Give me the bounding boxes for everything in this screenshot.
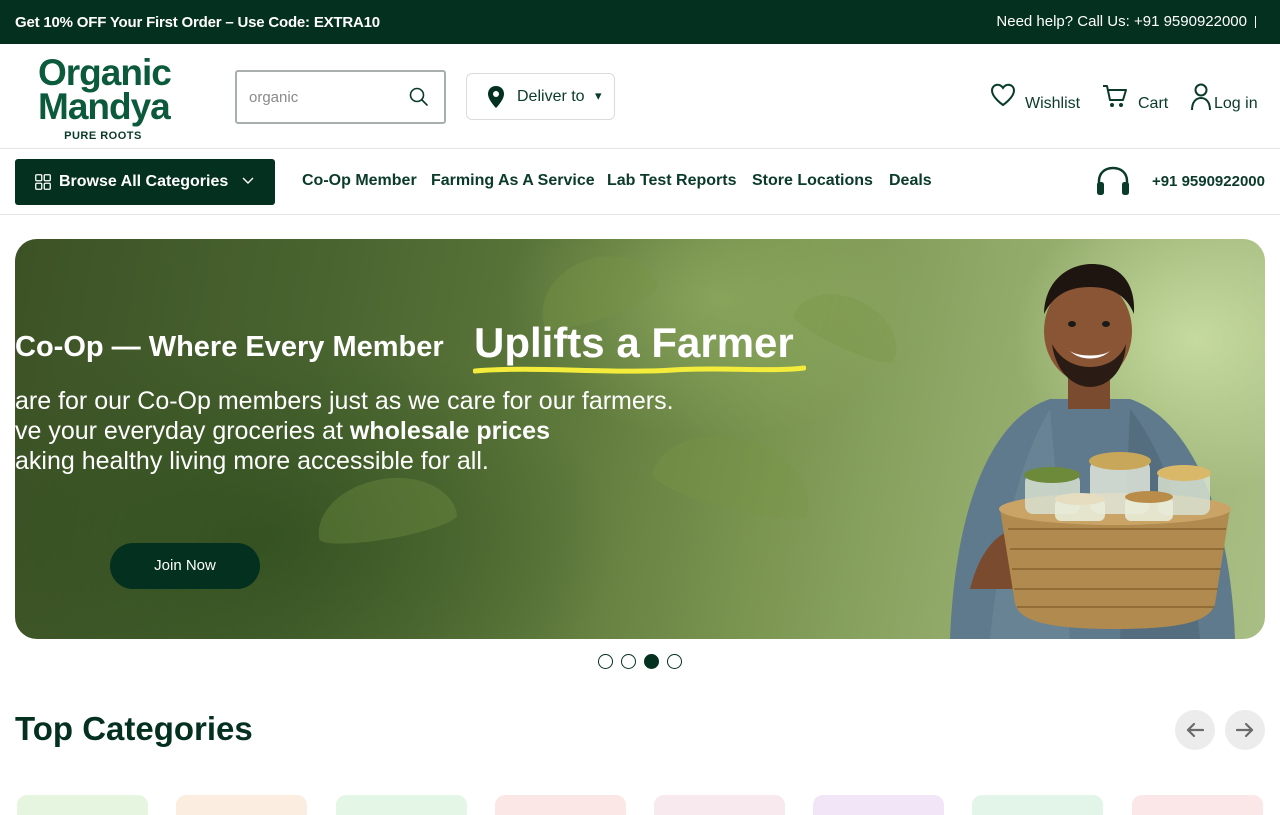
hero-text-line-3: aking healthy living more accessible for… — [15, 447, 489, 475]
search-icon[interactable] — [408, 86, 430, 108]
nav-co-op-member[interactable]: Co-Op Member — [302, 172, 417, 190]
deliver-to-button[interactable]: Deliver to ▾ — [466, 73, 615, 120]
hero-banner[interactable]: Co-Op — Where Every Member Uplifts a Far… — [15, 239, 1265, 639]
arrow-left-icon — [1186, 722, 1204, 738]
deliver-to-label: Deliver to — [517, 88, 585, 105]
carousel-next-button[interactable] — [1225, 710, 1265, 750]
caret-down-icon: ▾ — [595, 88, 602, 103]
logo[interactable]: Organic Mandya PURE ROOTS — [38, 52, 178, 146]
support-phone[interactable]: +91 9590922000 — [1095, 165, 1265, 199]
headphones-icon — [1097, 166, 1129, 195]
foliage-shape — [789, 278, 911, 370]
heart-icon — [990, 83, 1016, 107]
highlight-underline — [473, 365, 806, 374]
main-nav: Browse All Categories Co-Op Member Farmi… — [0, 149, 1280, 215]
search-box — [235, 70, 446, 124]
category-card[interactable] — [1132, 795, 1263, 815]
browse-categories-label: Browse All Categories — [59, 173, 229, 190]
cart-link[interactable]: Cart — [1102, 83, 1172, 113]
carousel-dots — [598, 654, 688, 670]
carousel-dot-3[interactable] — [644, 654, 659, 669]
top-categories-title: Top Categories — [15, 710, 253, 747]
foliage-shape — [648, 419, 822, 529]
logo-line-1: Organic — [38, 52, 172, 93]
hero-text-line-1: are for our Co-Op members just as we car… — [15, 387, 674, 415]
cart-label: Cart — [1138, 95, 1169, 112]
carousel-dot-4[interactable] — [667, 654, 682, 669]
site-header: Organic Mandya PURE ROOTS Deliver to ▾ W… — [0, 44, 1280, 149]
category-card[interactable] — [495, 795, 626, 815]
category-card[interactable] — [336, 795, 467, 815]
arrow-right-icon — [1236, 722, 1254, 738]
login-label: Log in — [1214, 95, 1258, 112]
category-card[interactable] — [176, 795, 307, 815]
divider — [1255, 16, 1256, 28]
announcement-bar: Get 10% OFF Your First Order – Use Code:… — [0, 0, 1280, 44]
farmer-illustration — [950, 264, 1235, 639]
join-now-button[interactable]: Join Now — [110, 543, 260, 589]
wishlist-label: Wishlist — [1025, 95, 1081, 112]
nav-deals[interactable]: Deals — [889, 172, 932, 190]
wishlist-link[interactable]: Wishlist — [990, 83, 1085, 113]
browse-categories-button[interactable]: Browse All Categories — [15, 159, 275, 205]
logo-tagline: PURE ROOTS — [64, 130, 142, 142]
nav-farming-as-a-service[interactable]: Farming As A Service — [431, 172, 595, 190]
help-phone-text[interactable]: Need help? Call Us: +91 9590922000 — [996, 13, 1247, 30]
foliage-shape — [310, 467, 460, 551]
user-icon — [1191, 83, 1211, 111]
category-card[interactable] — [654, 795, 785, 815]
location-pin-icon — [488, 86, 504, 108]
search-input[interactable] — [249, 86, 399, 108]
nav-store-locations[interactable]: Store Locations — [752, 172, 873, 190]
category-card[interactable] — [17, 795, 148, 815]
hero-text-line-2-pre: ve your everyday groceries at — [15, 417, 350, 445]
hero-heading-lead: Co-Op — Where Every Member — [15, 331, 444, 363]
carousel-dot-1[interactable] — [598, 654, 613, 669]
hero-text-wholesale: wholesale prices — [349, 417, 550, 445]
nav-lab-test-reports[interactable]: Lab Test Reports — [607, 172, 737, 190]
carousel-dot-2[interactable] — [621, 654, 636, 669]
promo-text: Get 10% OFF Your First Order – Use Code:… — [15, 14, 380, 31]
logo-line-2: Mandya — [38, 86, 171, 127]
support-phone-number: +91 9590922000 — [1151, 173, 1265, 190]
login-link[interactable]: Log in — [1190, 83, 1260, 113]
hero-text-line-2: ve your everyday groceries at wholesale … — [15, 417, 550, 446]
hero-heading-emphasis: Uplifts a Farmer — [474, 319, 794, 366]
category-card[interactable] — [972, 795, 1103, 815]
grid-icon — [35, 174, 51, 190]
carousel-prev-button[interactable] — [1175, 710, 1215, 750]
category-card[interactable] — [813, 795, 944, 815]
cart-icon — [1103, 85, 1127, 107]
chevron-down-icon — [242, 177, 254, 184]
